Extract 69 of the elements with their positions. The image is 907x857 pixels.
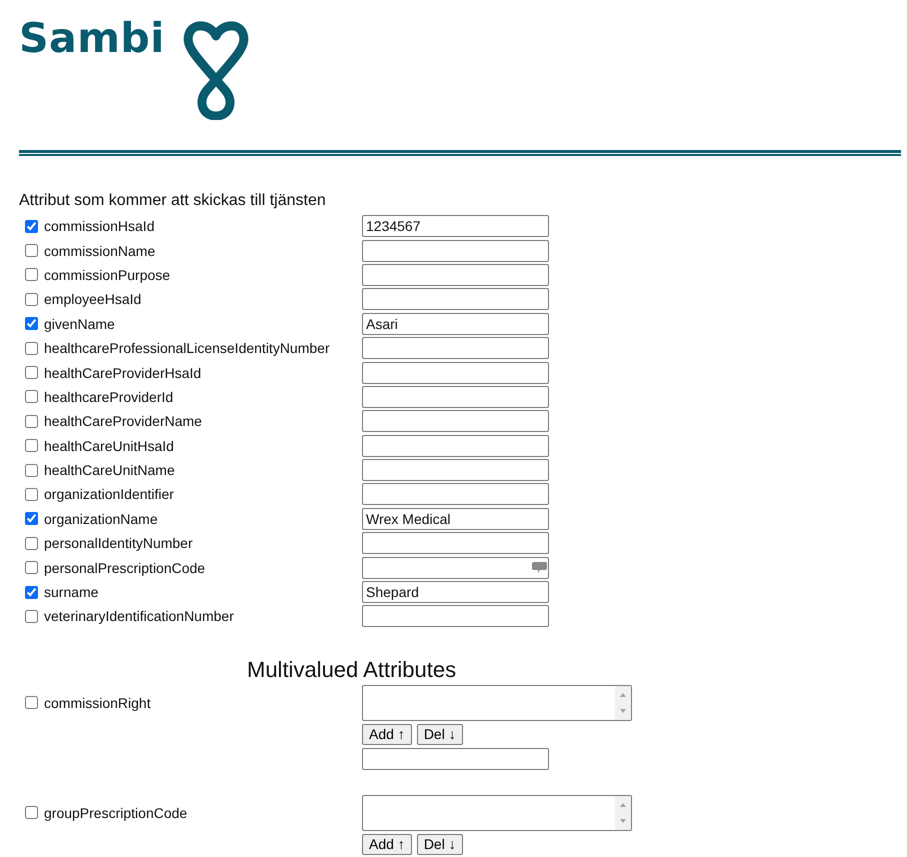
attribute-label: surname	[44, 584, 98, 600]
input-field[interactable]	[362, 556, 549, 579]
attribute-label: healthCareProviderHsaId	[44, 364, 202, 381]
attribute-label: veterinaryIdentificationNumber	[44, 608, 234, 624]
checkbox[interactable]	[25, 439, 38, 452]
speech-bubble-icon[interactable]	[532, 562, 547, 573]
input-field[interactable]	[362, 386, 549, 408]
add-button[interactable]: Add ↑	[362, 834, 412, 855]
section-heading: Attribut som kommer att skickas till tjänsten	[19, 192, 327, 211]
checkbox[interactable]	[25, 464, 38, 477]
checkbox[interactable]	[25, 414, 38, 428]
input-field[interactable]: 1234567	[362, 215, 549, 238]
input-field[interactable]	[362, 240, 549, 262]
checkbox[interactable]	[25, 512, 38, 526]
checkbox[interactable]	[25, 244, 38, 258]
attribute-label: organizationName	[44, 510, 158, 527]
attribute-label: commissionPurpose	[44, 266, 170, 283]
input-field[interactable]	[362, 264, 549, 286]
logo-icon	[180, 20, 251, 120]
input-field[interactable]	[362, 605, 549, 628]
attribute-label: organizationIdentifier	[44, 486, 174, 502]
logo-text: Sambi	[19, 16, 165, 60]
attribute-label: commissionRight	[44, 694, 151, 711]
attribute-label: employeeHsaId	[44, 291, 142, 308]
checkbox[interactable]	[25, 586, 38, 599]
checkbox[interactable]	[25, 536, 38, 550]
attribute-label: groupPrescriptionCode	[44, 804, 188, 821]
scrollbar-icon[interactable]	[615, 796, 631, 830]
checkbox[interactable]	[25, 561, 38, 574]
input-field[interactable]: Asari	[362, 312, 549, 335]
attribute-label: healthcareProviderId	[44, 388, 174, 405]
scrollbar-icon[interactable]	[615, 686, 631, 720]
checkbox[interactable]	[25, 268, 38, 282]
checkbox[interactable]	[25, 220, 38, 233]
checkbox[interactable]	[25, 366, 38, 380]
attribute-label: givenName	[44, 316, 115, 332]
checkbox[interactable]	[25, 390, 38, 404]
checkbox[interactable]	[25, 488, 38, 501]
checkbox[interactable]	[25, 610, 38, 623]
checkbox[interactable]	[25, 292, 38, 306]
input-field[interactable]	[362, 532, 549, 554]
input-field[interactable]	[362, 434, 549, 457]
checkbox[interactable]	[25, 342, 38, 355]
checkbox[interactable]	[25, 806, 38, 820]
input-field[interactable]	[362, 362, 549, 384]
attribute-label: healthCareUnitHsaId	[44, 438, 174, 454]
list-box[interactable]	[362, 794, 632, 831]
attribute-label: healthCareProviderName	[44, 413, 202, 430]
attribute-label: commissionName	[44, 242, 156, 259]
attribute-label: healthcareProfessionalLicenseIdentityNumber	[44, 340, 330, 356]
section-heading: Multivalued Attributes	[247, 656, 458, 684]
input-field[interactable]	[362, 748, 549, 770]
add-button[interactable]: Add ↑	[362, 724, 412, 745]
list-box[interactable]	[362, 684, 632, 721]
attribute-label: personalIdentityNumber	[44, 535, 193, 552]
input-field[interactable]: Shepard	[362, 581, 549, 604]
attribute-label: commissionHsaId	[44, 218, 154, 234]
attribute-label: healthCareUnitName	[44, 462, 175, 478]
checkbox[interactable]	[25, 696, 38, 710]
delete-button[interactable]: Del ↓	[416, 834, 463, 855]
input-field[interactable]	[362, 410, 549, 432]
input-field[interactable]	[362, 288, 549, 310]
attribute-label: personalPrescriptionCode	[44, 560, 206, 576]
delete-button[interactable]: Del ↓	[416, 724, 463, 745]
checkbox[interactable]	[25, 317, 38, 330]
input-field[interactable]	[362, 459, 549, 482]
input-field[interactable]	[362, 337, 549, 360]
input-field[interactable]: Wrex Medical	[362, 508, 549, 530]
input-field[interactable]	[362, 483, 549, 506]
